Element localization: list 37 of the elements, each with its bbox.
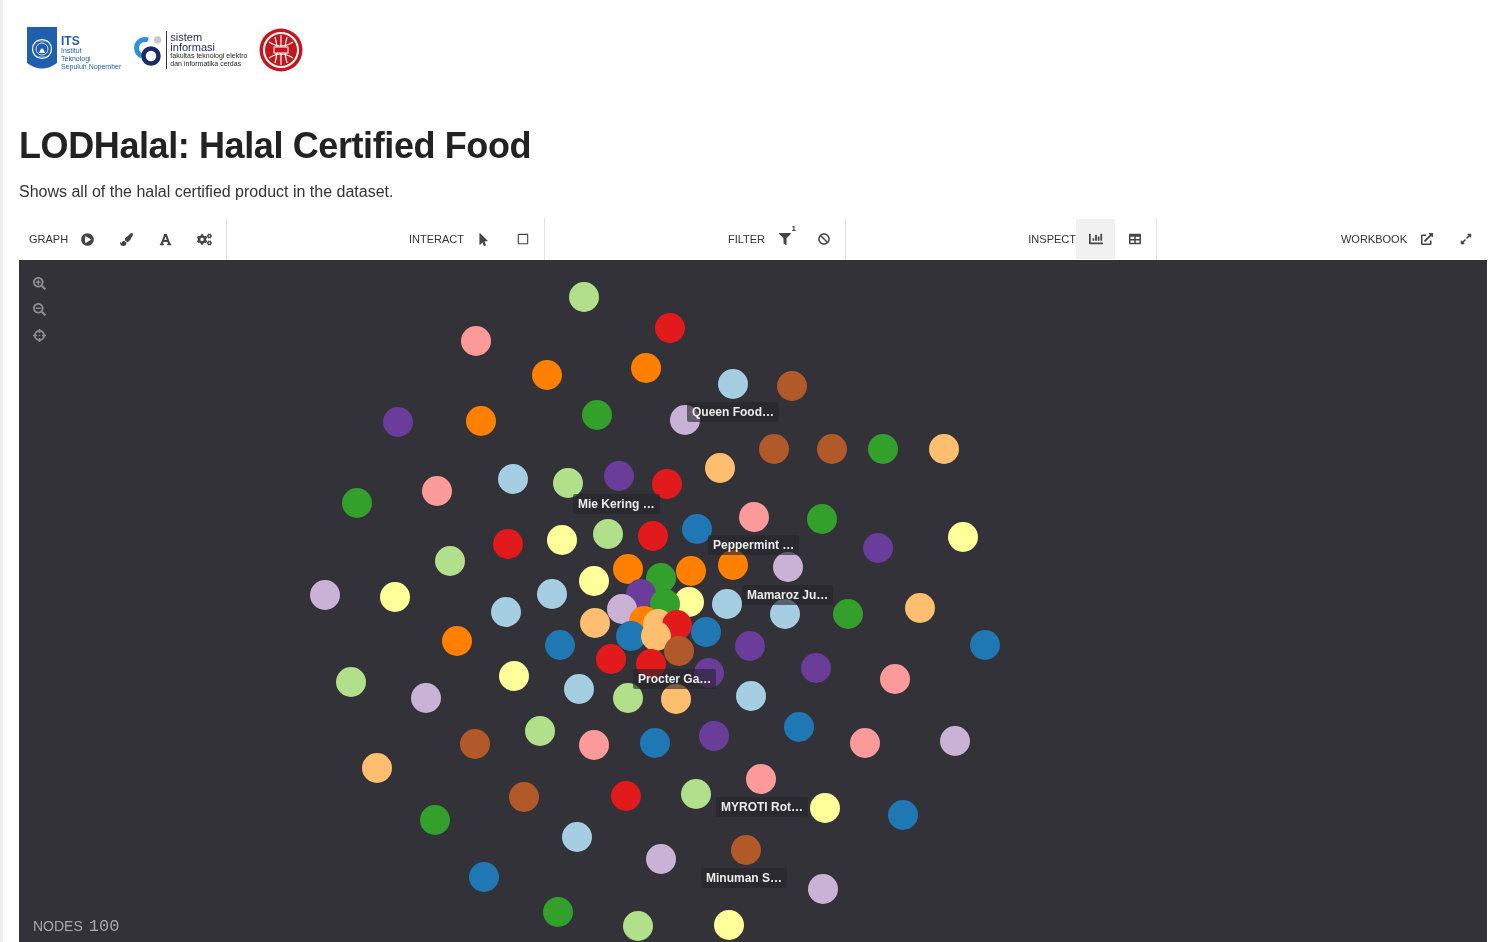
logo-title: sistem bbox=[170, 31, 203, 42]
seal-emblem-icon bbox=[259, 27, 304, 72]
filter-button[interactable]: 1 bbox=[765, 219, 804, 259]
filter-icon bbox=[778, 233, 791, 245]
filter-count: 1 bbox=[791, 225, 796, 233]
node-label: Queen Food… bbox=[687, 402, 779, 422]
node-label: Mie Kering … bbox=[573, 494, 660, 514]
page-title: LODHalal: Halal Certified Food bbox=[19, 124, 532, 168]
bar-chart-button[interactable] bbox=[1076, 219, 1115, 259]
crosshair-icon bbox=[32, 328, 46, 342]
expand-icon bbox=[1459, 233, 1472, 245]
node-label: Procter Ga… bbox=[633, 669, 717, 689]
bar-chart-icon bbox=[1088, 232, 1103, 246]
gears-icon bbox=[197, 231, 212, 247]
node-count-label: NODES bbox=[33, 917, 83, 935]
page-description: Shows all of the halal certified product in the dataset. bbox=[19, 182, 394, 202]
table-icon bbox=[1128, 233, 1141, 245]
font-icon bbox=[159, 232, 173, 246]
pointer-icon bbox=[477, 232, 490, 246]
node-label: Mamaroz Ju… bbox=[742, 585, 834, 605]
node-label: Peppermint … bbox=[708, 535, 800, 555]
toolbar-section-label: GRAPH bbox=[29, 232, 69, 246]
node-label: MYROTI Rot… bbox=[716, 797, 808, 817]
logo-title: informasi bbox=[170, 41, 215, 52]
node-count-value: 100 bbox=[88, 917, 120, 937]
paintbrush-icon bbox=[120, 232, 134, 246]
logo-title: ITS bbox=[61, 35, 80, 47]
play-icon bbox=[81, 232, 95, 246]
toolbar-section-label: FILTER bbox=[727, 232, 765, 246]
ban-icon bbox=[817, 233, 830, 245]
toolbar-section-label: INTERACT bbox=[409, 232, 464, 246]
toolbar-section-label: WORKBOOK bbox=[1341, 232, 1407, 246]
node-label: Minuman S… bbox=[701, 868, 787, 888]
external-link-icon bbox=[1420, 233, 1433, 245]
zoom-in-icon bbox=[32, 276, 46, 290]
toolbar-section-label: INSPECT bbox=[1028, 232, 1076, 246]
zoom-out-icon bbox=[32, 302, 46, 316]
